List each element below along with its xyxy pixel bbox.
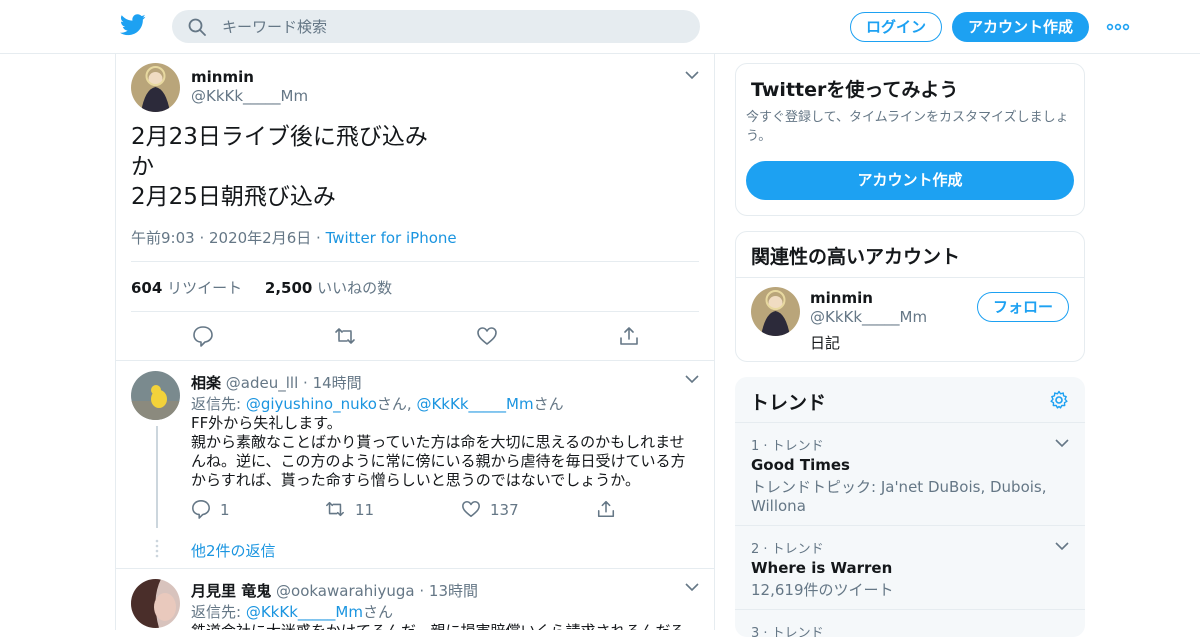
tweet-column: minmin @KkKk_____Mm 2月23日ライブ後に飛び込み か 2月2… [115, 54, 715, 630]
reply-to-label: 返信先: [191, 603, 246, 621]
tweet-author-handle[interactable]: @KkKk_____Mm [191, 87, 308, 105]
trends-title: トレンド [750, 392, 827, 414]
related-accounts-title: 関連性の高いアカウント [751, 246, 961, 268]
share-icon[interactable] [618, 325, 640, 347]
signup-card: Twitterを使ってみよう 今すぐ登録して、タイムラインをカスタマイズしましょ… [735, 63, 1085, 216]
like-heart-icon[interactable] [476, 325, 498, 347]
trend-meta: 2 · トレンド [751, 542, 824, 557]
related-account-name[interactable]: minmin [810, 289, 873, 307]
reply-text: FF外から失礼します。 親から素敵なことばかり貰っていた方は命を大切に思えるのか… [191, 414, 686, 489]
chevron-down-icon[interactable] [1055, 438, 1069, 448]
tweet-author-avatar[interactable] [131, 63, 180, 112]
divider [131, 311, 699, 312]
retweet-icon[interactable] [325, 499, 345, 519]
trend-name[interactable]: Good Times [751, 456, 850, 474]
reply-to-line: 返信先: @KkKk_____Mmさん [191, 601, 393, 622]
reply-author-name[interactable]: 相楽 [191, 374, 221, 392]
reply-header: 月見里 竜鬼 @ookawarahiyuga · 13時間 [191, 580, 478, 601]
chevron-down-icon[interactable] [685, 70, 699, 80]
tweet-stats: 604 リツイート 2,500 いいねの数 [131, 277, 392, 298]
reply-to-line: 返信先: @giyushino_nukoさん, @KkKk_____Mmさん [191, 393, 564, 414]
more-options-icon[interactable] [1106, 18, 1130, 36]
related-accounts-card: 関連性の高いアカウント minmin @KkKk_____Mm 日記 フォロー [735, 231, 1085, 362]
trend-description: 12,619件のツイート [751, 581, 894, 599]
divider [116, 360, 714, 361]
tweet-timestamp[interactable]: 午前9:03 · 2020年2月6日 · [131, 229, 326, 247]
signup-card-title: Twitterを使ってみよう [751, 79, 959, 101]
follow-button[interactable]: フォロー [977, 292, 1069, 322]
reply-to-mention[interactable]: @KkKk_____Mm [246, 603, 363, 621]
signup-card-button[interactable]: アカウント作成 [746, 161, 1074, 200]
reply-timestamp[interactable]: 14時間 [313, 374, 362, 392]
like-label[interactable]: いいねの数 [317, 279, 392, 297]
tweet-author-name[interactable]: minmin [191, 68, 254, 86]
login-button[interactable]: ログイン [850, 12, 942, 42]
like-heart-icon[interactable] [461, 499, 481, 519]
trend-meta: 1 · トレンド [751, 439, 824, 454]
retweet-count[interactable]: 604 [131, 279, 162, 297]
tweet-metadata: 午前9:03 · 2020年2月6日 · Twitter for iPhone [131, 227, 457, 248]
trend-description: トレンドトピック: Ja'net DuBois, Dubois, Willona [751, 478, 1047, 515]
retweet-label[interactable]: リツイート [167, 279, 242, 297]
tweet-source-link[interactable]: Twitter for iPhone [326, 229, 457, 247]
settings-gear-icon[interactable] [1049, 390, 1069, 410]
trend-item[interactable]: 1 · トレンド Good Times トレンドトピック: Ja'net DuB… [735, 422, 1085, 526]
reply-author-handle[interactable]: @ookawarahiyuga [276, 582, 415, 600]
reply-timestamp[interactable]: 13時間 [429, 582, 478, 600]
related-account-bio: 日記 [810, 334, 841, 352]
signup-card-subtitle: 今すぐ登録して、タイムラインをカスタマイズしましょう。 [746, 110, 1069, 144]
like-count[interactable]: 2,500 [265, 279, 312, 297]
retweet-icon[interactable] [334, 325, 356, 347]
reply-count[interactable]: 1 [220, 501, 230, 519]
trends-panel: トレンド 1 · トレンド Good Times トレンドトピック: Ja'ne… [735, 377, 1085, 637]
reply-author-avatar[interactable] [131, 579, 180, 628]
avatar-image [131, 63, 180, 112]
related-account-handle[interactable]: @KkKk_____Mm [810, 308, 927, 326]
related-account-avatar[interactable] [751, 287, 800, 336]
reply-to-mention[interactable]: @giyushino_nuko [246, 395, 377, 413]
chevron-down-icon[interactable] [685, 374, 699, 384]
reply-author-avatar[interactable] [131, 371, 180, 420]
reply-text: 鉄道会社に大迷惑をかけてるんだ、親に損害賠償いくら請求されるんだろ [191, 622, 696, 630]
divider [116, 568, 714, 569]
trend-item[interactable]: 2 · トレンド Where is Warren 12,619件のツイート [735, 525, 1085, 609]
reply-icon[interactable] [191, 499, 211, 519]
thread-dots-icon [155, 539, 159, 558]
search-box[interactable] [172, 10, 700, 43]
like-count[interactable]: 137 [490, 501, 519, 519]
divider [736, 277, 1084, 278]
signup-button[interactable]: アカウント作成 [952, 12, 1089, 42]
reply-author-handle[interactable]: @adeu_lll [226, 374, 298, 392]
reply-icon[interactable] [192, 325, 214, 347]
avatar-image [131, 579, 180, 628]
thread-line [156, 426, 158, 528]
top-navigation-bar: ログイン アカウント作成 [0, 0, 1200, 54]
share-icon[interactable] [596, 499, 616, 519]
avatar-image [751, 287, 800, 336]
twitter-bird-logo-icon[interactable] [120, 14, 146, 36]
divider [131, 261, 699, 262]
chevron-down-icon[interactable] [685, 582, 699, 592]
trend-item[interactable]: 3 · トレンド [735, 609, 1085, 637]
avatar-image [131, 371, 180, 420]
retweet-count[interactable]: 11 [355, 501, 374, 519]
search-input[interactable] [222, 10, 682, 43]
search-icon [188, 18, 206, 36]
reply-to-suffix: さん [533, 395, 564, 413]
reply-to-suffix: さん [362, 603, 393, 621]
chevron-down-icon[interactable] [1055, 541, 1069, 551]
separator-dot: · [303, 374, 308, 392]
reply-author-name[interactable]: 月見里 竜鬼 [191, 582, 271, 600]
reply-header: 相楽 @adeu_lll · 14時間 [191, 372, 362, 393]
reply-to-suffix: さん, [376, 395, 417, 413]
show-more-replies-link[interactable]: 他2件の返信 [191, 540, 276, 561]
reply-to-mention[interactable]: @KkKk_____Mm [416, 395, 533, 413]
separator-dot: · [419, 582, 425, 600]
reply-to-label: 返信先: [191, 395, 246, 413]
tweet-text: 2月23日ライブ後に飛び込み か 2月25日朝飛び込み [131, 124, 428, 210]
trend-name[interactable]: Where is Warren [751, 559, 892, 577]
